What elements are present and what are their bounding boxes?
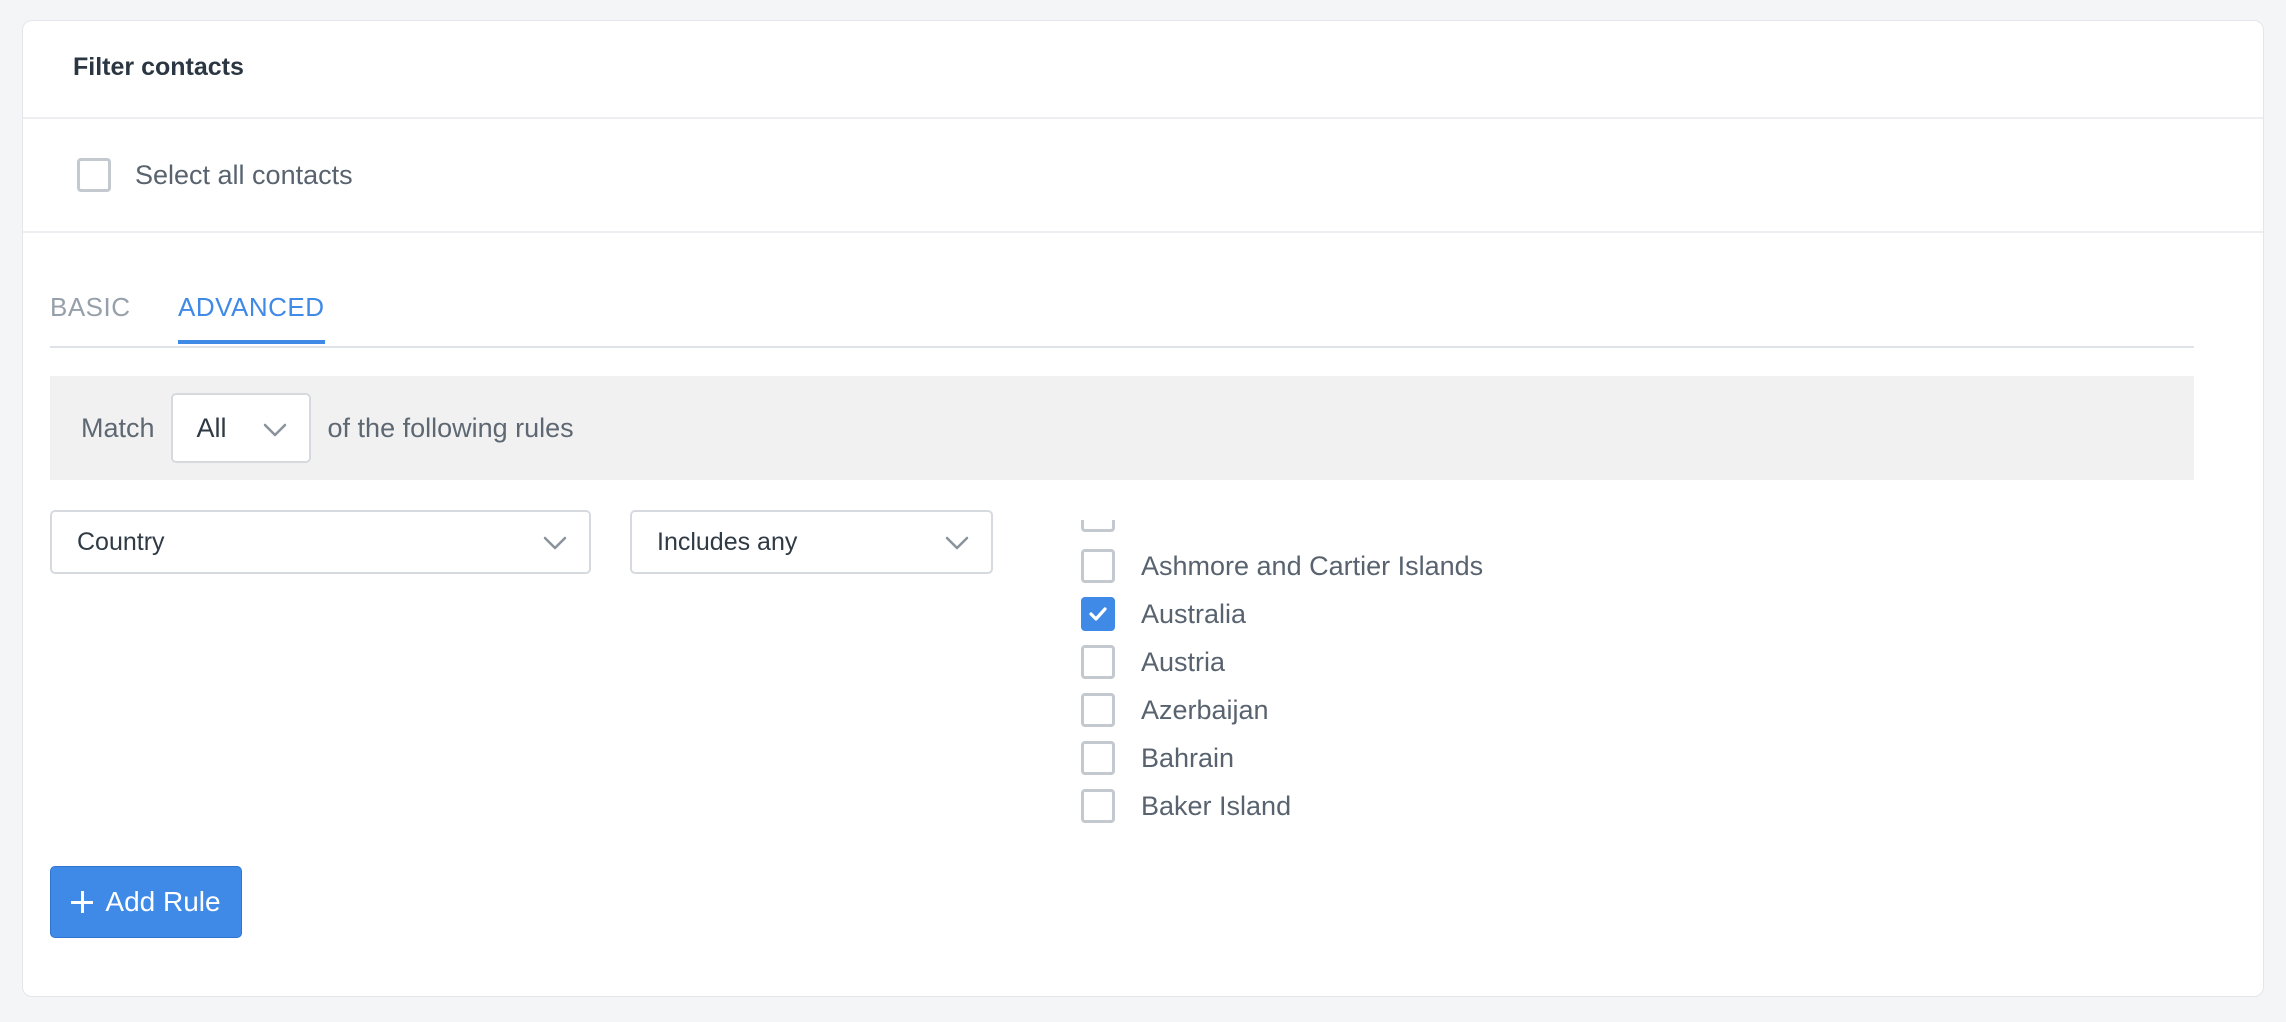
filter-tabs: BASIC ADVANCED (50, 266, 2194, 348)
match-select[interactable]: All (170, 393, 311, 463)
select-all-row: Select all contacts (23, 119, 2263, 233)
select-all-label[interactable]: Select all contacts (135, 160, 353, 191)
check-icon (1089, 607, 1107, 621)
filter-contacts-card: Filter contacts Select all contacts (22, 20, 2264, 997)
card-title: Filter contacts (73, 52, 244, 81)
option-label: Azerbaijan (1141, 694, 1269, 725)
option-label: Austria (1141, 646, 1226, 677)
option-checkbox[interactable] (1081, 789, 1115, 823)
match-bar: Match All of the following rules (50, 376, 2194, 480)
partial-checkbox (1081, 520, 1115, 532)
list-item[interactable]: Azerbaijan (1081, 690, 1269, 730)
option-checkbox[interactable] (1081, 597, 1115, 631)
match-select-value: All (196, 412, 227, 443)
select-all-checkbox[interactable] (77, 158, 111, 192)
option-checkbox[interactable] (1081, 693, 1115, 727)
tab-advanced[interactable]: ADVANCED (178, 292, 325, 344)
add-rule-label: Add Rule (105, 886, 221, 917)
option-label: Australia (1141, 598, 1247, 629)
option-checkbox[interactable] (1081, 741, 1115, 775)
option-checkbox[interactable] (1081, 549, 1115, 583)
match-label: Match (81, 412, 155, 443)
country-options-list[interactable]: Ashmore and Cartier Islands Australia Au… (1056, 520, 1656, 832)
rule-field-value: Country (77, 527, 165, 556)
add-rule-button[interactable]: Add Rule (50, 866, 242, 938)
rule-operator-select[interactable]: Includes any (630, 510, 993, 574)
option-label: Bahrain (1141, 742, 1235, 773)
tab-basic[interactable]: BASIC (50, 292, 131, 343)
option-checkbox[interactable] (1081, 645, 1115, 679)
list-item[interactable]: Bahrain (1081, 738, 1234, 778)
rule-operator-value: Includes any (657, 527, 798, 556)
option-label: Ashmore and Cartier Islands (1141, 550, 1484, 581)
chevron-down-icon (543, 536, 567, 550)
list-item[interactable]: Ashmore and Cartier Islands (1081, 546, 1483, 586)
list-item[interactable]: Baker Island (1081, 786, 1291, 826)
match-suffix: of the following rules (327, 412, 574, 443)
card-header: Filter contacts (23, 21, 2263, 119)
plus-icon (71, 891, 94, 913)
chevron-down-icon (263, 423, 286, 437)
rule-field-select[interactable]: Country (50, 510, 591, 574)
chevron-down-icon (945, 536, 969, 550)
list-item[interactable]: Austria (1081, 642, 1225, 682)
list-item[interactable]: Australia (1081, 594, 1246, 634)
option-label: Baker Island (1141, 790, 1292, 821)
